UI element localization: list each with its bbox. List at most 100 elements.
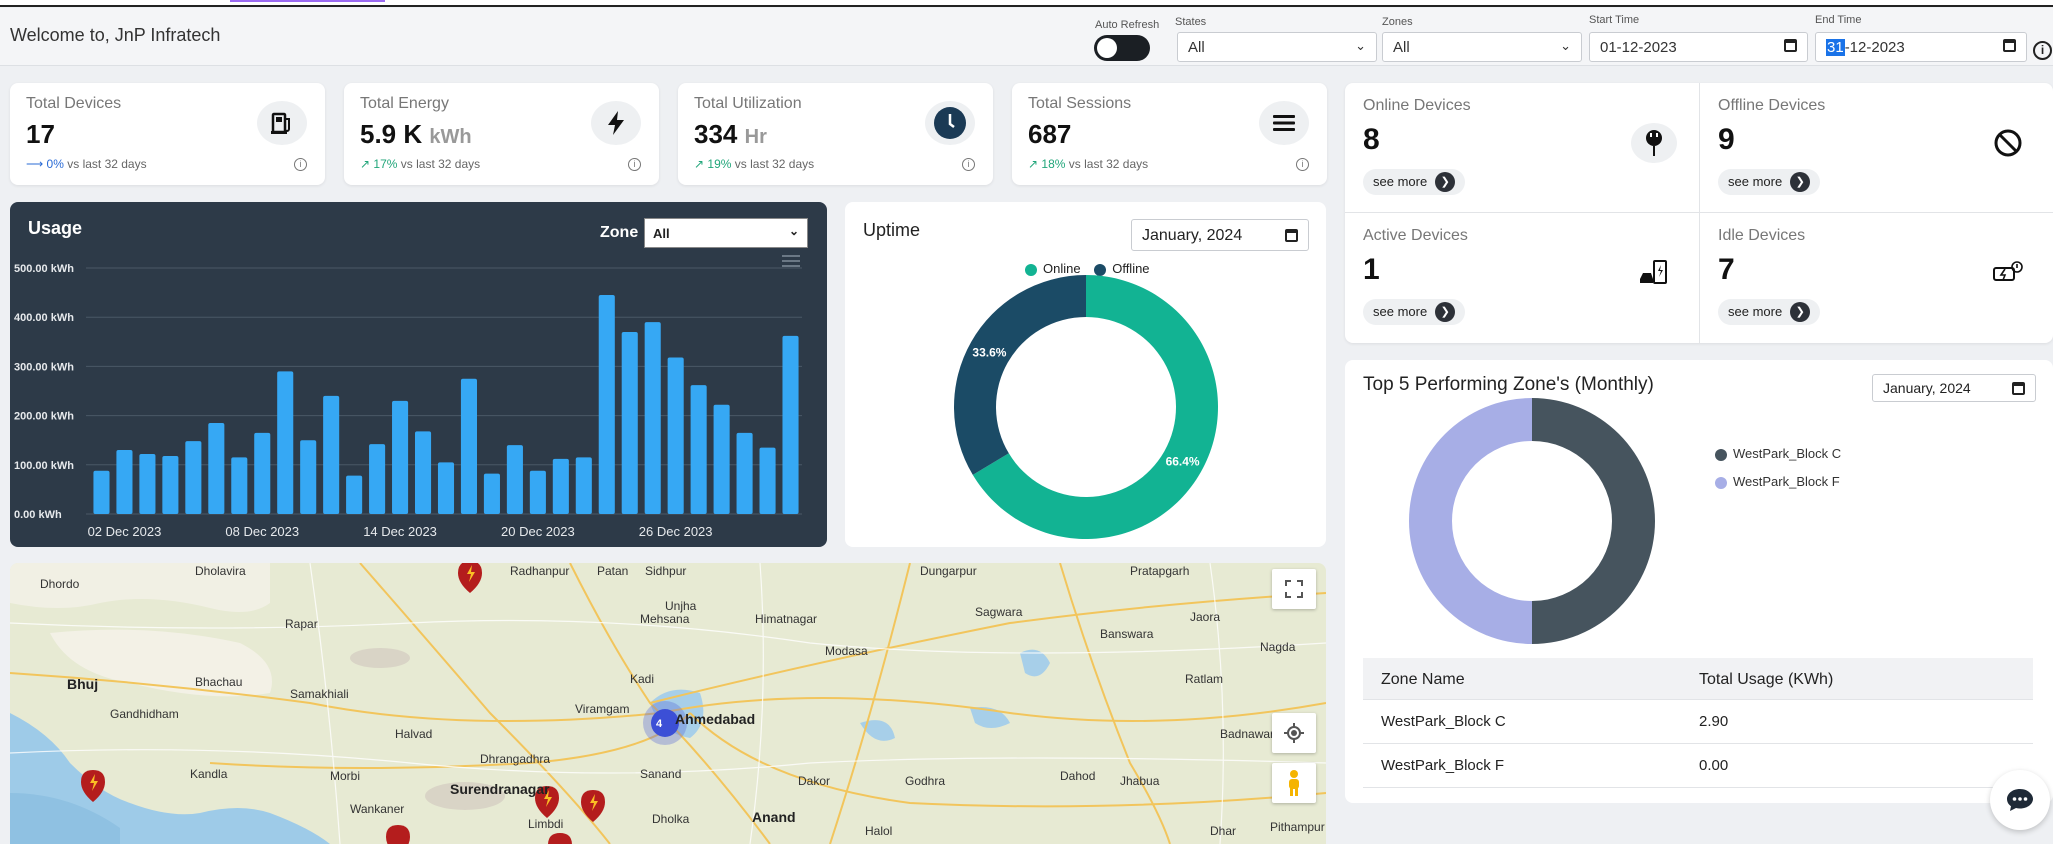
map-place-label: Morbi bbox=[330, 769, 361, 783]
top-zones-donut-chart bbox=[1409, 398, 1655, 644]
chevron-down-icon: ⌄ bbox=[1560, 38, 1571, 53]
charging-station-marker[interactable] bbox=[581, 790, 605, 822]
map-place-label: Halvad bbox=[395, 727, 433, 741]
charging-station-marker[interactable] bbox=[386, 825, 410, 844]
see-more-button[interactable]: see more ❯ bbox=[1363, 169, 1466, 195]
x-tick-label: 14 Dec 2023 bbox=[363, 524, 437, 539]
states-select[interactable]: All ⌄ bbox=[1177, 32, 1377, 62]
kpi-total-utilization: Total Utilization 334 Hr ↗ 19% vs last 3… bbox=[678, 83, 993, 185]
zones-select[interactable]: All ⌄ bbox=[1382, 32, 1582, 62]
usage-bar bbox=[736, 432, 753, 514]
map-place-label: Himatnagar bbox=[755, 612, 818, 626]
header-bar: Welcome to, JnP Infratech Auto Refresh S… bbox=[0, 8, 2053, 66]
top-border bbox=[0, 0, 2053, 7]
map-place-label: Dhrangadhra bbox=[480, 752, 551, 766]
zones-value: All bbox=[1393, 39, 1410, 56]
table-row: WestPark_Block F 0.00 bbox=[1363, 744, 2033, 788]
map-place-label: Patan bbox=[597, 564, 629, 578]
map-place-label: Bhuj bbox=[67, 676, 99, 692]
fullscreen-icon[interactable] bbox=[1272, 569, 1316, 609]
usage-bar bbox=[782, 335, 799, 514]
kpi-trend: ↗ 18% vs last 32 days bbox=[1028, 157, 1149, 171]
info-icon[interactable]: i bbox=[2033, 41, 2052, 60]
chat-button[interactable] bbox=[1990, 770, 2050, 830]
map-place-label: Wankaner bbox=[350, 802, 405, 816]
usage-bar bbox=[162, 455, 179, 514]
usage-bar bbox=[460, 378, 478, 514]
usage-bar bbox=[254, 432, 271, 514]
y-tick-label: 400.00 kWh bbox=[14, 312, 74, 324]
legend-item-block-f[interactable]: WestPark_Block F bbox=[1715, 468, 1841, 496]
auto-refresh-label: Auto Refresh bbox=[1095, 19, 1160, 31]
usage-bar bbox=[667, 357, 684, 514]
end-day-selection: 31 bbox=[1826, 39, 1845, 56]
map-place-label: Radhanpur bbox=[510, 564, 570, 578]
map-place-label: Mehsana bbox=[640, 612, 690, 626]
see-more-button[interactable]: see more ❯ bbox=[1718, 299, 1821, 325]
map-place-label: Nagda bbox=[1260, 640, 1296, 654]
chevron-right-icon: ❯ bbox=[1790, 171, 1811, 192]
x-tick-label: 08 Dec 2023 bbox=[225, 524, 299, 539]
legend-item-block-c[interactable]: WestPark_Block C bbox=[1715, 440, 1841, 468]
cluster-count[interactable]: 4 bbox=[656, 718, 662, 730]
usage-cell: 2.90 bbox=[1699, 713, 1729, 730]
map-place-label: Rapar bbox=[285, 617, 318, 631]
map-place-label: Surendranagar bbox=[450, 781, 550, 797]
charging-station-marker[interactable] bbox=[458, 563, 482, 593]
start-time-value: 01-12-2023 bbox=[1600, 39, 1677, 56]
usage-bar bbox=[437, 462, 455, 514]
offline-devices-card: Offline Devices 9 see more ❯ bbox=[1700, 83, 2053, 212]
usage-bar bbox=[598, 295, 615, 514]
zones-table: Zone Name Total Usage (KWh) WestPark_Bloc… bbox=[1363, 658, 2033, 788]
ev-charging-icon bbox=[1631, 253, 1677, 293]
uptime-data-label: 33.6% bbox=[972, 345, 1006, 359]
auto-refresh-toggle[interactable] bbox=[1094, 35, 1150, 61]
chevron-right-icon: ❯ bbox=[1435, 301, 1456, 322]
zone-slice bbox=[1409, 398, 1532, 644]
end-time-label: End Time bbox=[1815, 14, 1862, 26]
info-icon[interactable]: i bbox=[294, 158, 307, 171]
usage-bar bbox=[323, 395, 340, 514]
map-place-label: Bhachau bbox=[195, 675, 243, 689]
zone-slice bbox=[1532, 398, 1655, 644]
end-time-input[interactable]: 31-12-2023 bbox=[1815, 32, 2027, 62]
start-time-label: Start Time bbox=[1589, 14, 1640, 26]
x-tick-label: 20 Dec 2023 bbox=[501, 524, 575, 539]
battery-charge-icon bbox=[1985, 253, 2031, 293]
see-more-button[interactable]: see more ❯ bbox=[1363, 299, 1466, 325]
info-icon[interactable]: i bbox=[1296, 158, 1309, 171]
lightning-icon bbox=[591, 101, 641, 145]
usage-bar bbox=[139, 453, 156, 514]
kpi-value: 17 bbox=[26, 119, 55, 149]
street-view-pegman-icon[interactable] bbox=[1272, 763, 1316, 803]
calendar-icon[interactable] bbox=[2003, 39, 2016, 52]
my-location-icon[interactable] bbox=[1272, 713, 1316, 753]
blocked-icon bbox=[1985, 123, 2031, 163]
menu-lines-icon bbox=[1259, 101, 1309, 145]
plug-icon bbox=[1631, 123, 1677, 163]
usage-bar bbox=[208, 422, 225, 514]
y-tick-label: 0.00 kWh bbox=[14, 509, 62, 521]
usage-cell: 0.00 bbox=[1699, 757, 1729, 774]
map-place-label: Dholka bbox=[652, 812, 690, 826]
table-header: Zone Name Total Usage (KWh) bbox=[1363, 658, 2033, 700]
uptime-data-label: 66.4% bbox=[1166, 455, 1200, 469]
kpi-total-devices: Total Devices 17 ⟶ 0% vs last 32 days i bbox=[10, 83, 325, 185]
map-place-label: Samakhiali bbox=[290, 687, 349, 701]
info-icon[interactable]: i bbox=[962, 158, 975, 171]
kpi-trend: ⟶ 0% vs last 32 days bbox=[26, 157, 147, 171]
usage-bar bbox=[369, 444, 386, 514]
table-row: WestPark_Block C 2.90 bbox=[1363, 700, 2033, 744]
usage-bar bbox=[529, 470, 546, 514]
map-place-label: Dholavira bbox=[195, 564, 246, 578]
usage-bar-chart: 0.00 kWh 100.00 kWh 200.00 kWh 300.00 kWh 40… bbox=[14, 263, 802, 539]
see-more-button[interactable]: see more ❯ bbox=[1718, 169, 1821, 195]
toggle-knob bbox=[1097, 38, 1117, 58]
usage-bar bbox=[300, 440, 317, 514]
info-icon[interactable]: i bbox=[628, 158, 641, 171]
start-time-input[interactable]: 01-12-2023 bbox=[1589, 32, 1808, 62]
kpi-value: 687 bbox=[1028, 119, 1072, 149]
calendar-icon[interactable] bbox=[1784, 39, 1797, 52]
charging-station-marker[interactable] bbox=[548, 833, 572, 844]
stations-map[interactable]: 4 Dhordo Dholavira Radhanpur Patan Sidhpur Du… bbox=[10, 563, 1326, 844]
